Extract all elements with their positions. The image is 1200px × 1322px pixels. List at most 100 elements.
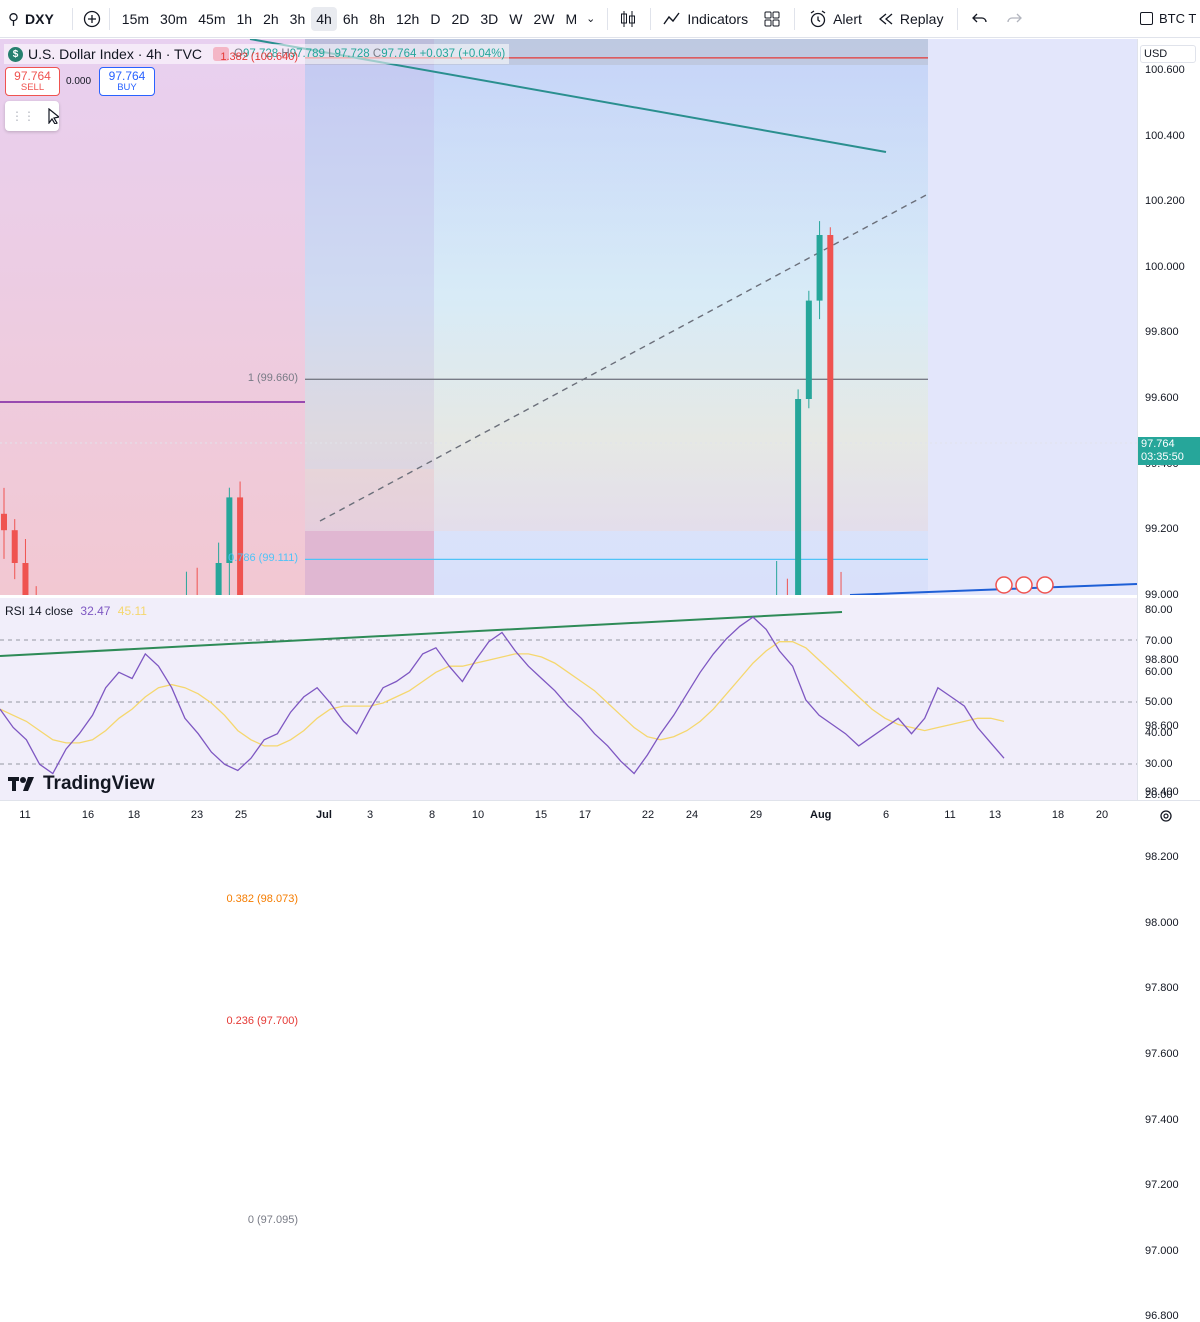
rsi-trendline[interactable] xyxy=(0,611,843,657)
divider xyxy=(650,7,652,30)
interval-15m[interactable]: 15m xyxy=(117,7,154,31)
price-axis-label: 99.800 xyxy=(1145,326,1179,339)
price-axis[interactable]: USD 100.600 100.400 100.200 100.000 99.800 99… xyxy=(1137,39,1200,1322)
rsi-axis-label: 50.00 xyxy=(1145,696,1173,709)
time-axis-label: 29 xyxy=(749,809,763,821)
main-chart[interactable] xyxy=(0,39,1137,595)
settings-gear-icon[interactable] xyxy=(1159,809,1173,823)
cursor-arrow-icon[interactable] xyxy=(47,108,59,124)
time-axis-label: 22 xyxy=(641,809,655,821)
right-symbol-label: BTC T xyxy=(1159,11,1197,26)
price-axis-label: 97.000 xyxy=(1145,1244,1179,1257)
event-markers[interactable] xyxy=(995,576,1054,594)
symbol-logo-icon: $ xyxy=(8,46,23,62)
price-axis-label: 98.800 xyxy=(1145,654,1179,667)
chart-type-button[interactable] xyxy=(620,10,636,28)
candle-body xyxy=(215,563,222,595)
alert-label: Alert xyxy=(833,10,862,27)
divider xyxy=(108,7,110,30)
interval-30m[interactable]: 30m xyxy=(155,7,192,31)
interval-4h[interactable]: 4h xyxy=(311,6,337,31)
price-axis-label: 100.000 xyxy=(1145,260,1185,273)
sell-button[interactable]: 97.764 SELL xyxy=(5,67,60,96)
rsi-canvas[interactable] xyxy=(0,598,1137,800)
price-axis-label: 100.600 xyxy=(1145,64,1185,76)
interval-dropdown[interactable]: ⌄ xyxy=(586,12,595,25)
replay-label: Replay xyxy=(899,10,944,27)
buy-button[interactable]: 97.764 BUY xyxy=(99,67,155,96)
price-axis-label: 97.600 xyxy=(1145,1048,1179,1060)
interval-1h[interactable]: 1h xyxy=(232,7,258,31)
indicators-button[interactable]: Indicators xyxy=(663,11,748,27)
drag-handle-icon[interactable]: ⋮⋮ xyxy=(11,109,35,123)
time-axis-label: 16 xyxy=(81,809,95,821)
spread-value: 0.000 xyxy=(66,76,92,87)
chevron-down-icon: ⌄ xyxy=(586,13,596,25)
candle-body xyxy=(22,563,29,595)
price-axis-label: 99.200 xyxy=(1145,523,1179,536)
rsi-axis-label: 40.00 xyxy=(1145,727,1173,740)
currency-selector[interactable]: USD xyxy=(1140,45,1196,63)
interval-2h[interactable]: 2h xyxy=(258,7,284,31)
interval-6h[interactable]: 6h xyxy=(338,7,364,31)
buy-price: 97.764 xyxy=(108,69,146,83)
interval-12h[interactable]: 12h xyxy=(391,7,424,31)
alarm-clock-icon xyxy=(810,9,826,27)
rsi-axis-label: 20.00 xyxy=(1145,788,1173,801)
templates-button[interactable] xyxy=(764,11,780,27)
time-axis-label: 13 xyxy=(988,809,1002,821)
symbol-search[interactable]: ⚲ DXY xyxy=(8,10,54,28)
rsi-axis-label: 70.00 xyxy=(1145,634,1173,647)
bar-countdown: 03:35:50 xyxy=(1141,451,1184,463)
drawing-toolbar: ⋮⋮ xyxy=(5,101,59,131)
undo-button[interactable] xyxy=(972,12,988,26)
event-lightning-icon[interactable] xyxy=(995,576,1013,594)
sell-label: SELL xyxy=(20,82,45,93)
last-price-value: 97.764 xyxy=(1141,438,1175,450)
main-chart-canvas[interactable] xyxy=(0,39,1137,595)
fib-level-label: 0.786 (99.111) xyxy=(228,552,298,565)
compare-button[interactable] xyxy=(83,10,101,28)
symbol-label: DXY xyxy=(25,10,54,27)
flag-us-icon[interactable] xyxy=(1036,576,1054,594)
time-axis-label: 3 xyxy=(366,809,374,821)
candle-body xyxy=(11,530,18,563)
interval-d[interactable]: D xyxy=(425,7,445,31)
time-axis-label: 17 xyxy=(578,809,592,821)
search-icon: ⚲ xyxy=(8,10,19,28)
redo-button[interactable] xyxy=(1006,12,1023,26)
price-axis-label: 98.200 xyxy=(1145,851,1179,864)
interval-8h[interactable]: 8h xyxy=(364,7,390,31)
candles-icon xyxy=(621,10,636,27)
time-axis-label: 15 xyxy=(534,809,548,821)
watchlist-symbol[interactable]: BTC T xyxy=(1140,11,1196,26)
fib-level-label: 0 (97.095) xyxy=(247,1213,298,1226)
time-axis[interactable]: 11 16 18 23 25 Jul 3 8 10 15 17 22 24 29 Aug 6 11 13 18 20 xyxy=(0,800,1200,830)
time-axis-label: 25 xyxy=(234,809,248,821)
rewind-icon xyxy=(878,13,893,24)
time-axis-label: 24 xyxy=(685,809,699,821)
interval-3h[interactable]: 3h xyxy=(285,7,311,31)
flag-us-icon[interactable] xyxy=(1015,576,1033,594)
time-axis-label: 18 xyxy=(1051,809,1065,821)
rsi-pane[interactable] xyxy=(0,598,1137,800)
interval-45m[interactable]: 45m xyxy=(193,7,230,31)
tradingview-logo[interactable]: TradingView xyxy=(7,773,155,795)
replay-button[interactable]: Replay xyxy=(878,10,944,27)
time-axis-label: 8 xyxy=(428,809,436,821)
undo-icon xyxy=(972,13,988,22)
rsi-ma-line xyxy=(0,641,1005,747)
time-axis-label: 11 xyxy=(19,809,31,821)
interval-tabs: 15m 30m 45m 1h 2h 3h 4h 6h 8h 12h D 2D 3D W 2W M xyxy=(117,6,582,31)
interval-w[interactable]: W xyxy=(504,7,527,31)
interval-2w[interactable]: 2W xyxy=(528,7,559,31)
alert-button[interactable]: Alert xyxy=(809,9,862,28)
add-circle-icon xyxy=(83,10,100,27)
interval-3d[interactable]: 3D xyxy=(475,7,503,31)
tradingview-logo-icon xyxy=(8,777,34,791)
interval-m[interactable]: M xyxy=(560,7,582,31)
time-axis-label: 10 xyxy=(471,809,485,821)
interval-2d[interactable]: 2D xyxy=(446,7,474,31)
price-axis-label: 98.000 xyxy=(1145,916,1179,929)
price-axis-label: 96.800 xyxy=(1145,1310,1179,1322)
